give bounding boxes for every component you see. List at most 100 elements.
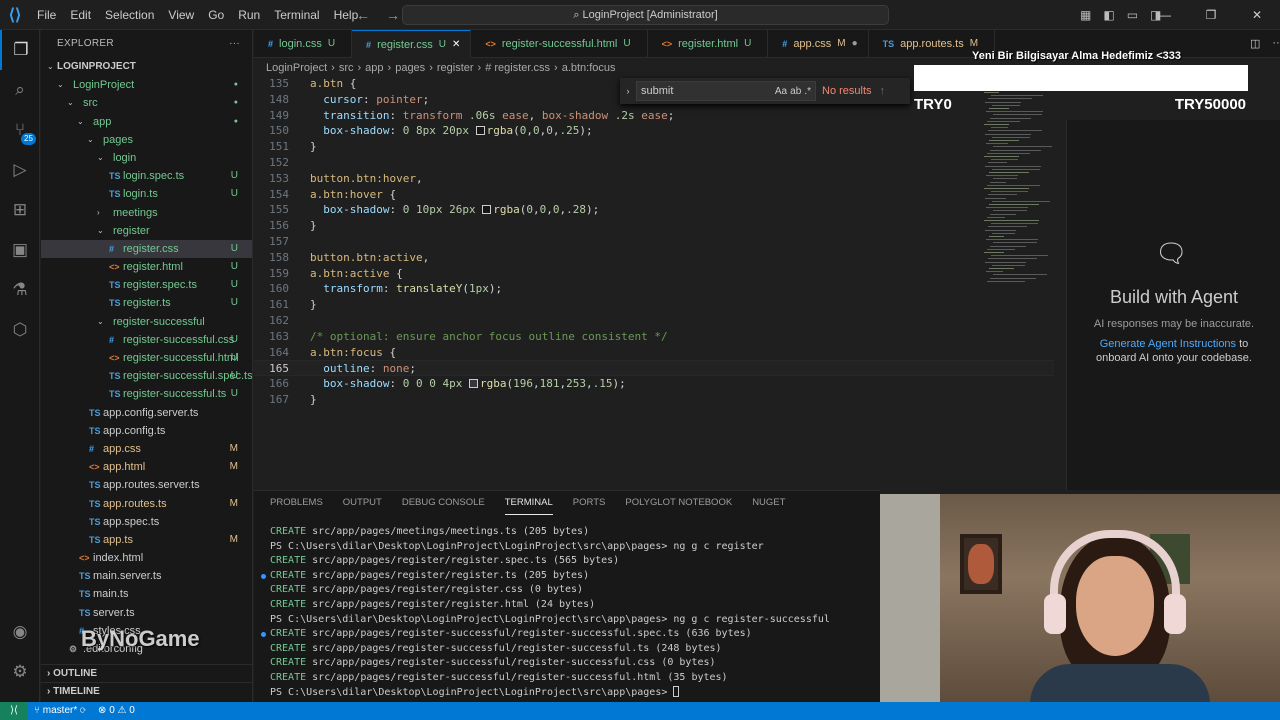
testing-icon[interactable]: ⚗	[0, 270, 40, 310]
search-view-icon[interactable]: ⌕	[0, 70, 40, 110]
extensions-icon[interactable]: ⊞	[0, 190, 40, 230]
donation-goal-overlay: Yeni Bir Bilgisayar Alma Hedefimiz <333 …	[912, 46, 1280, 116]
panel-tab-problems[interactable]: PROBLEMS	[270, 491, 323, 515]
close-window-icon[interactable]: ✕	[1234, 0, 1280, 30]
tree-item[interactable]: ⌄ register-successful	[41, 313, 252, 331]
breadcrumb-item[interactable]: pages	[395, 60, 425, 76]
close-tab-icon[interactable]: ✕	[452, 31, 460, 59]
tree-item[interactable]: › meetings	[41, 204, 252, 222]
run-debug-icon[interactable]: ▷	[0, 150, 40, 190]
regex-toggle[interactable]: .*	[804, 86, 811, 97]
breadcrumb-separator-icon: ›	[554, 62, 558, 74]
tree-item[interactable]: ⌄ pages	[41, 131, 252, 149]
minimap[interactable]	[984, 92, 1056, 292]
tree-item[interactable]: TS app.routes.ts M	[41, 495, 252, 513]
tree-item[interactable]: TS register-successful.spec.ts U	[41, 367, 252, 385]
tree-item[interactable]: # register-successful.css U	[41, 331, 252, 349]
menu-item-terminal[interactable]: Terminal	[267, 0, 326, 30]
tree-item[interactable]: TS login.ts U	[41, 185, 252, 203]
find-input[interactable]: submit Aa ab .*	[636, 81, 816, 101]
match-word-toggle[interactable]: ab	[790, 86, 801, 97]
toggle-sidebar-icon[interactable]: ◧	[1103, 8, 1114, 22]
breadcrumb-item[interactable]: register	[437, 60, 474, 76]
containers-icon[interactable]: ⬡	[0, 310, 40, 350]
tree-item[interactable]: TS app.config.ts	[41, 422, 252, 440]
command-center-search[interactable]: ⌕ LoginProject [Administrator]	[402, 5, 889, 25]
tree-item-label: register.spec.ts	[123, 279, 197, 292]
panel-tab-terminal[interactable]: TERMINAL	[504, 491, 553, 515]
maximize-icon[interactable]: ❐	[1188, 0, 1234, 30]
panel-tab-debug-console[interactable]: DEBUG CONSOLE	[402, 491, 485, 515]
tab-app-css[interactable]: # app.css M ●	[768, 30, 869, 58]
terminal-output[interactable]: CREATE src/app/pages/meetings/meetings.t…	[261, 525, 830, 701]
tree-item[interactable]: TS server.ts	[41, 604, 252, 622]
menu-item-file[interactable]: File	[30, 0, 63, 30]
breadcrumb-item[interactable]: src	[339, 60, 354, 76]
branch-indicator[interactable]: ⑂ master* ⟳	[28, 702, 92, 720]
tree-item[interactable]: ⌄ login	[41, 149, 252, 167]
panel-tab-polyglot-notebook[interactable]: POLYGLOT NOTEBOOK	[625, 491, 732, 515]
forward-arrow-icon[interactable]: →	[386, 7, 400, 23]
tab-register-css[interactable]: # register.css U ✕	[352, 30, 472, 59]
generate-instructions-link[interactable]: Generate Agent Instructions	[1100, 338, 1236, 350]
tree-item[interactable]: # app.css M	[41, 440, 252, 458]
tab-register-successful-html[interactable]: <> register-successful.html U	[471, 30, 648, 58]
panel-tab-output[interactable]: OUTPUT	[343, 491, 382, 515]
tree-item[interactable]: ⌄ src ●	[41, 94, 252, 112]
remote-indicator-icon[interactable]: ⟩⟨	[0, 702, 28, 720]
menu-item-edit[interactable]: Edit	[63, 0, 98, 30]
panel-tab-nuget[interactable]: NUGET	[752, 491, 785, 515]
tree-item[interactable]: TS app.routes.server.ts	[41, 476, 252, 494]
tree-item[interactable]: TS login.spec.ts U	[41, 167, 252, 185]
menu-item-go[interactable]: Go	[201, 0, 231, 30]
manage-gear-icon[interactable]: ⚙	[0, 652, 40, 692]
tree-item[interactable]: ⌄ app ●	[41, 113, 252, 131]
toggle-panel-icon[interactable]: ▭	[1127, 8, 1138, 22]
tree-item[interactable]: # register.css U	[41, 239, 252, 259]
menu-item-view[interactable]: View	[161, 0, 201, 30]
source-control-icon[interactable]: ⑂ 25	[0, 110, 40, 150]
tree-item[interactable]: TS register.ts U	[41, 294, 252, 312]
tree-item[interactable]: ⌄ LoginProject ●	[41, 76, 252, 94]
tree-item[interactable]: TS main.server.ts	[41, 567, 252, 585]
back-arrow-icon[interactable]: ←	[356, 7, 370, 23]
more-actions-icon[interactable]: ···	[229, 30, 240, 58]
tree-item[interactable]: TS register-successful.ts U	[41, 385, 252, 403]
toggle-replace-icon[interactable]: ›	[620, 86, 636, 96]
tree-item[interactable]: ⌄ register	[41, 222, 252, 240]
tree-item[interactable]: TS register.spec.ts U	[41, 276, 252, 294]
tree-item[interactable]: TS main.ts	[41, 585, 252, 603]
problems-indicator[interactable]: ⊗ 0 ⚠ 0	[92, 702, 141, 720]
minimize-icon[interactable]: —	[1142, 0, 1188, 30]
project-header[interactable]: ⌄ LOGINPROJECT	[41, 58, 252, 76]
account-icon[interactable]: ◉	[0, 612, 40, 652]
menu-item-run[interactable]: Run	[231, 0, 267, 30]
terminal-line: PS C:\Users\dilar\Desktop\LoginProject\L…	[270, 685, 830, 701]
tree-item[interactable]: <> app.html M	[41, 458, 252, 476]
tree-item[interactable]: TS app.spec.ts	[41, 513, 252, 531]
menu-item-selection[interactable]: Selection	[98, 0, 161, 30]
tree-item[interactable]: <> index.html	[41, 549, 252, 567]
tree-item[interactable]: TS app.config.server.ts	[41, 404, 252, 422]
breadcrumb-item[interactable]: # register.css	[485, 60, 550, 76]
outline-section[interactable]: › OUTLINE	[41, 664, 252, 682]
breadcrumb-item[interactable]: LoginProject	[266, 60, 327, 76]
terminal-line: PS C:\Users\dilar\Desktop\LoginProject\L…	[270, 540, 830, 555]
customize-layout-icon[interactable]: ▦	[1080, 8, 1091, 22]
panel-tab-ports[interactable]: PORTS	[573, 491, 606, 515]
tree-item[interactable]: <> register.html U	[41, 258, 252, 276]
breadcrumb-item[interactable]: a.btn:focus	[562, 60, 616, 76]
tree-item[interactable]: <> register-successful.html U	[41, 349, 252, 367]
breadcrumb-item[interactable]: app	[365, 60, 383, 76]
code-editor[interactable]: 135 a.btn {148 cursor: pointer; 149 transi…	[254, 76, 1054, 488]
tree-item[interactable]: TS app.ts M	[41, 531, 252, 549]
remote-explorer-icon[interactable]: ▣	[0, 230, 40, 270]
timeline-section[interactable]: › TIMELINE	[41, 682, 252, 700]
previous-match-icon[interactable]: ↑	[880, 85, 886, 97]
unsaved-dot-icon[interactable]: ●	[852, 30, 858, 58]
tab-register-html[interactable]: <> register.html U	[648, 30, 769, 58]
line-number: 157	[269, 235, 289, 248]
match-case-toggle[interactable]: Aa	[775, 86, 787, 97]
tab-login-css[interactable]: # login.css U	[254, 30, 353, 58]
explorer-icon[interactable]: ❐	[0, 30, 40, 70]
